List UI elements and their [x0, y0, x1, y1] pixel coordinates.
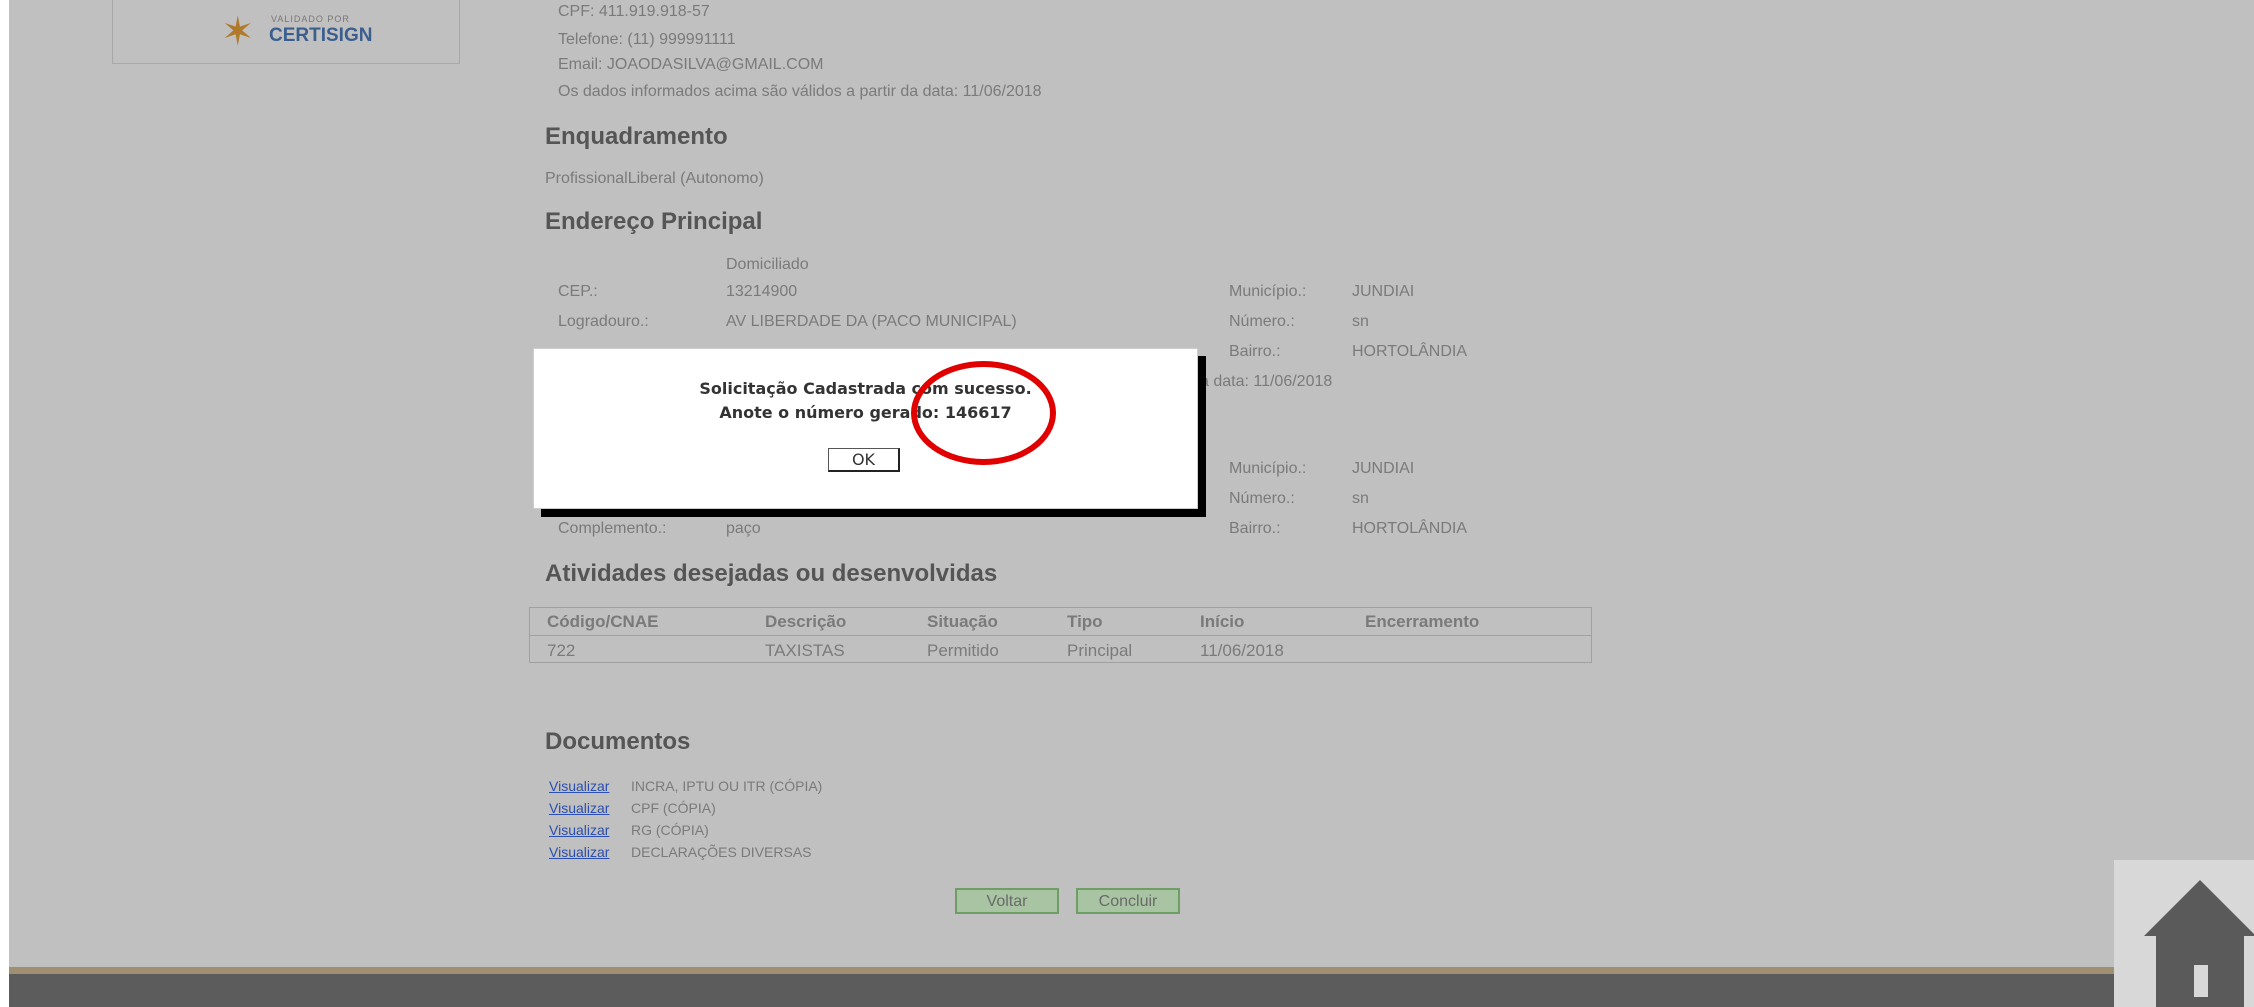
numero-label: Número.:	[1229, 313, 1295, 330]
doc-label-cpf: CPF (CÓPIA)	[631, 800, 716, 816]
numero-value: sn	[1352, 313, 1369, 330]
th-encerramento: Encerramento	[1365, 612, 1480, 631]
email-line: Email: JOAODASILVA@GMAIL.COM	[558, 56, 824, 73]
endereco-heading: Endereço Principal	[545, 208, 763, 235]
td-codigo: 722	[547, 641, 576, 660]
certisign-seal: ✶ VALIDADO POR CERTISIGN	[112, 0, 460, 64]
visualizar-link-rg[interactable]: Visualizar	[549, 822, 609, 838]
visualizar-link-incra[interactable]: Visualizar	[549, 778, 609, 794]
enquadramento-value: ProfissionalLiberal (Autonomo)	[545, 170, 764, 187]
footer-gold-line	[9, 967, 2254, 974]
logradouro-value: AV LIBERDADE DA (PACO MUNICIPAL)	[726, 313, 1017, 330]
atividades-table: Código/CNAE Descrição Situação Tipo Iníc…	[529, 607, 1592, 663]
footer-bar	[9, 974, 2254, 1007]
logo-brand: CERTISIGN	[269, 25, 373, 46]
home-button[interactable]	[2114, 860, 2254, 1007]
th-tipo: Tipo	[1067, 612, 1103, 631]
page-left-edge	[0, 0, 9, 1007]
doc-label-incra: INCRA, IPTU OU ITR (CÓPIA)	[631, 778, 823, 794]
doc-label-declaracoes: DECLARAÇÕES DIVERSAS	[631, 844, 812, 860]
dialog-message-line2: Anote o número gerado: 146617	[719, 403, 1012, 422]
bairro-value: HORTOLÂNDIA	[1352, 343, 1467, 360]
atividades-heading: Atividades desejadas ou desenvolvidas	[545, 560, 998, 587]
doc-label-rg: RG (CÓPIA)	[631, 822, 709, 838]
ok-button[interactable]: OK	[828, 448, 900, 472]
complemento-value: paço	[726, 520, 761, 537]
bairro2-label: Bairro.:	[1229, 520, 1281, 537]
municipio-value: JUNDIAI	[1352, 283, 1415, 300]
logradouro-label: Logradouro.:	[558, 313, 649, 330]
alert-dialog: Solicitação Cadastrada com sucesso. Anot…	[533, 348, 1198, 509]
star-icon: ✶	[221, 10, 255, 54]
municipio-label: Município.:	[1229, 283, 1307, 300]
telefone-line: Telefone: (11) 999991111	[558, 31, 736, 48]
domiciliado-label: Domiciliado	[726, 256, 809, 273]
highlight-circle	[911, 361, 1056, 465]
dialog-message-line1: Solicitação Cadastrada com sucesso.	[699, 379, 1032, 398]
numero2-value: sn	[1352, 490, 1369, 507]
td-situacao: Permitido	[927, 641, 999, 660]
numero2-label: Número.:	[1229, 490, 1295, 507]
td-tipo: Principal	[1067, 641, 1133, 660]
municipio2-label: Município.:	[1229, 460, 1307, 477]
voltar-button[interactable]: Voltar	[955, 888, 1059, 914]
bairro-label: Bairro.:	[1229, 343, 1281, 360]
endereco-validity-partial: a data: 11/06/2018	[1200, 373, 1333, 390]
enquadramento-heading: Enquadramento	[545, 123, 728, 150]
concluir-button[interactable]: Concluir	[1076, 888, 1180, 914]
cep-label: CEP.:	[558, 283, 598, 300]
cpf-line: CPF: 411.919.918-57	[558, 3, 710, 20]
visualizar-link-declaracoes[interactable]: Visualizar	[549, 844, 609, 860]
logo-caption: VALIDADO POR	[271, 14, 350, 24]
th-inicio: Início	[1200, 612, 1245, 631]
municipio2-value: JUNDIAI	[1352, 460, 1415, 477]
validity-line: Os dados informados acima são válidos a …	[558, 83, 1042, 100]
th-descricao: Descrição	[765, 612, 847, 631]
visualizar-link-cpf[interactable]: Visualizar	[549, 800, 609, 816]
cep-value: 13214900	[726, 283, 798, 300]
documentos-heading: Documentos	[545, 728, 691, 755]
td-descricao: TAXISTAS	[765, 641, 845, 660]
bairro2-value: HORTOLÂNDIA	[1352, 520, 1467, 537]
complemento-label: Complemento.:	[558, 520, 667, 537]
th-situacao: Situação	[927, 612, 998, 631]
table-header-row: Código/CNAE Descrição Situação Tipo Iníc…	[530, 608, 1591, 636]
td-inicio: 11/06/2018	[1200, 641, 1284, 660]
th-codigo: Código/CNAE	[547, 612, 659, 631]
